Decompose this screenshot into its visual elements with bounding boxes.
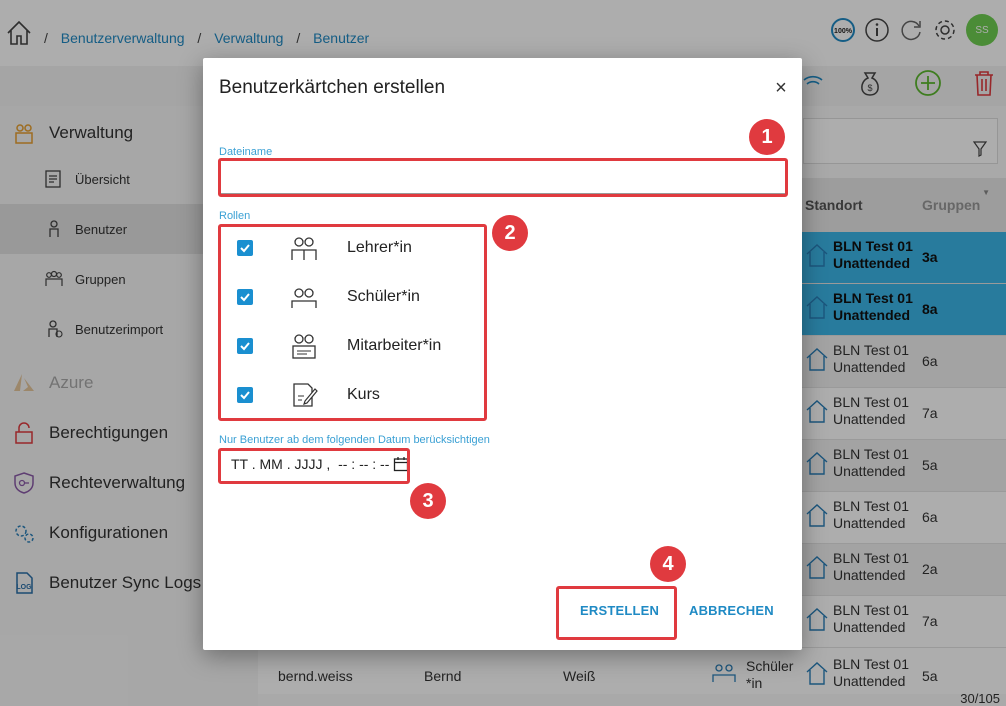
highlight-create-button — [556, 586, 677, 640]
roles-label: Rollen — [219, 210, 251, 222]
highlight-roles — [218, 224, 487, 421]
annotation-badge-1: 1 — [749, 119, 785, 155]
date-filter-label: Nur Benutzer ab dem folgenden Datum berü… — [219, 434, 490, 446]
annotation-badge-3: 3 — [410, 483, 446, 519]
cancel-button[interactable]: ABBRECHEN — [689, 603, 774, 618]
highlight-date — [218, 448, 410, 484]
dialog-title: Benutzerkärtchen erstellen — [219, 77, 446, 98]
filename-label: Dateiname — [219, 146, 273, 158]
close-icon[interactable]: × — [770, 77, 792, 99]
highlight-filename — [218, 158, 788, 197]
annotation-badge-2: 2 — [492, 215, 528, 251]
annotation-badge-4: 4 — [650, 546, 686, 582]
